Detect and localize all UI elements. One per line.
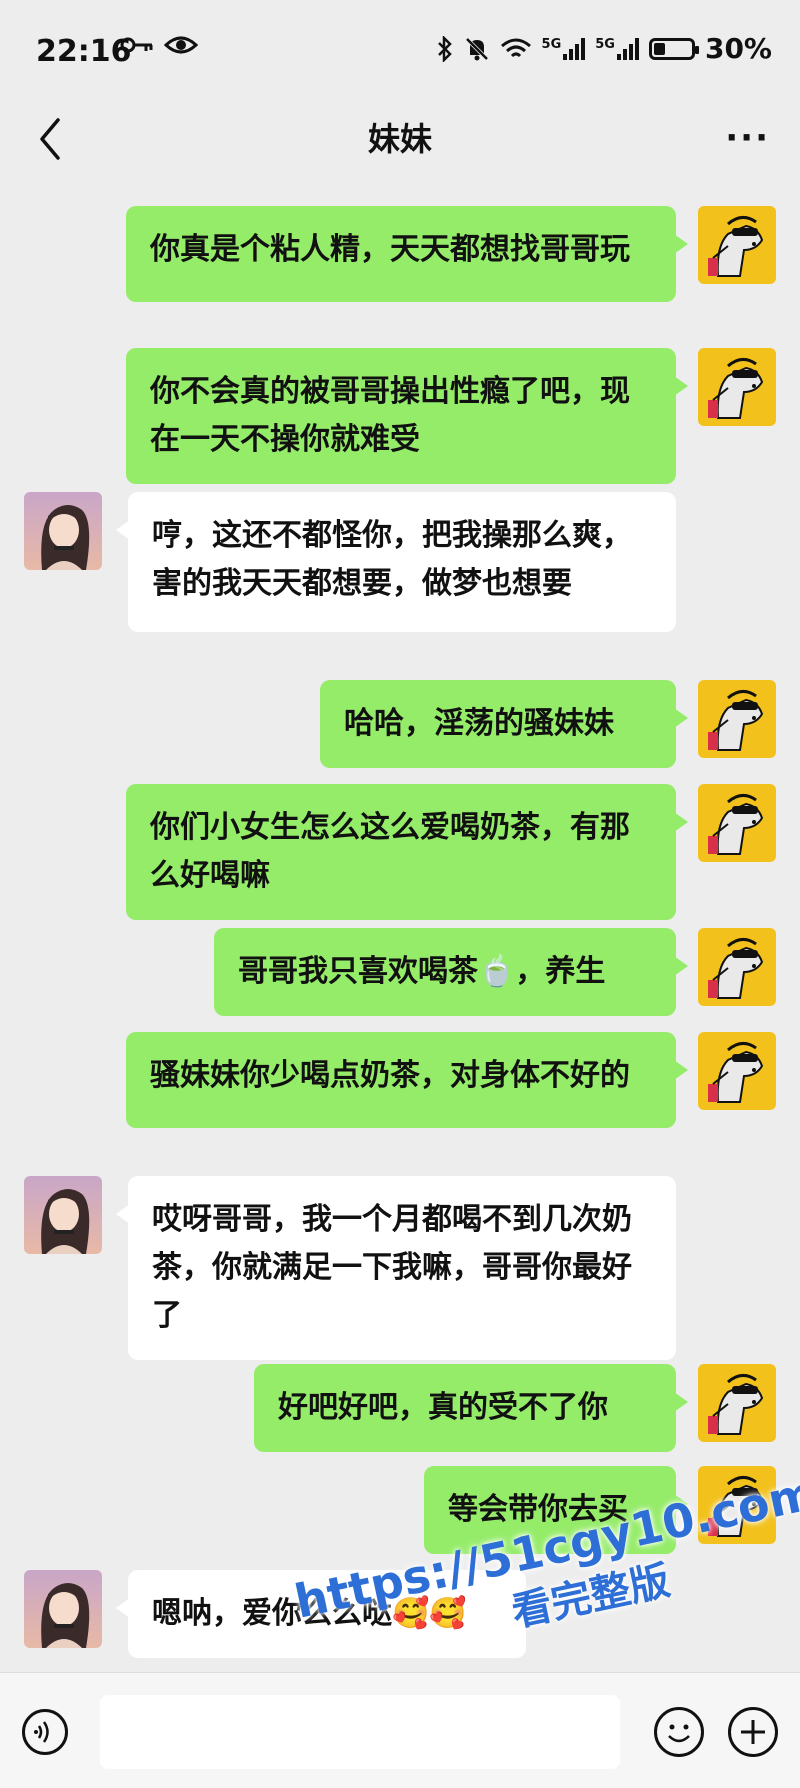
input-bar [0,1672,800,1788]
my-avatar[interactable] [698,1364,776,1442]
sent-message-bubble[interactable]: 好吧好吧，真的受不了你 [254,1364,688,1452]
mute-bell-icon [465,37,488,60]
battery-percent: 30% [704,32,772,65]
chat-header: 妹妹 ··· [0,100,800,180]
message-row: 你真是个粘人精，天天都想找哥哥玩 [0,206,800,302]
sent-message-bubble[interactable]: 你不会真的被哥哥操出性瘾了吧，现在一天不操你就难受 [126,348,688,484]
key-icon [120,37,153,53]
contact-avatar[interactable] [24,492,102,570]
sent-message-bubble[interactable]: 哥哥我只喜欢喝茶🍵，养生 [214,928,688,1016]
eye-icon [164,36,198,54]
contact-avatar[interactable] [24,1176,102,1254]
message-row: 等会带你去买 [0,1466,800,1554]
emoji-icon[interactable] [654,1707,704,1757]
message-row: 哥哥我只喜欢喝茶🍵，养生 [0,928,800,1016]
received-message-bubble[interactable]: 嗯呐，爱你么么哒🥰🥰 [116,1570,526,1658]
battery-icon [648,37,699,60]
signal-2: 5G [595,36,639,60]
status-bar: 22:16 5G 5G 30% [0,0,800,100]
received-message-bubble[interactable]: 哎呀哥哥，我一个月都喝不到几次奶茶，你就满足一下我嘛，哥哥你最好了 [116,1176,676,1360]
message-row: 骚妹妹你少喝点奶茶，对身体不好的 [0,1032,800,1128]
chat-title: 妹妹 [367,120,432,158]
sent-message-bubble[interactable]: 骚妹妹你少喝点奶茶，对身体不好的 [126,1032,688,1128]
status-time: 22:16 [36,34,132,69]
message-row: 哼，这还不都怪你，把我操那么爽，害的我天天都想要，做梦也想要 [0,492,800,632]
my-avatar[interactable] [698,1032,776,1110]
my-avatar[interactable] [698,348,776,426]
sent-message-bubble[interactable]: 你真是个粘人精，天天都想找哥哥玩 [126,206,688,302]
network-type-label: 5G [541,36,562,52]
contact-avatar[interactable] [24,1570,102,1648]
message-row: 哈哈，淫荡的骚妹妹 [0,680,800,768]
received-message-bubble[interactable]: 哼，这还不都怪你，把我操那么爽，害的我天天都想要，做梦也想要 [116,492,676,632]
bluetooth-icon [437,35,452,62]
my-avatar[interactable] [698,206,776,284]
plus-icon[interactable] [728,1707,778,1757]
signal-1: 5G [541,36,586,60]
message-input[interactable] [100,1695,620,1769]
message-row: 嗯呐，爱你么么哒🥰🥰 [0,1570,800,1658]
message-row: 哎呀哥哥，我一个月都喝不到几次奶茶，你就满足一下我嘛，哥哥你最好了 [0,1176,800,1360]
sent-message-bubble[interactable]: 等会带你去买 [424,1466,688,1554]
sent-message-bubble[interactable]: 哈哈，淫荡的骚妹妹 [320,680,688,768]
signal-bars-icon [563,37,586,60]
voice-icon[interactable] [22,1709,68,1755]
my-avatar[interactable] [698,928,776,1006]
message-row: 你们小女生怎么这么爱喝奶茶，有那么好喝嘛 [0,784,800,920]
network-type-label: 5G [595,36,615,52]
my-avatar[interactable] [698,784,776,862]
signal-bars-icon [616,37,639,60]
more-options-button[interactable]: ··· [725,118,770,158]
my-avatar[interactable] [698,1466,776,1544]
my-avatar[interactable] [698,680,776,758]
sent-message-bubble[interactable]: 你们小女生怎么这么爱喝奶茶，有那么好喝嘛 [126,784,688,920]
message-row: 你不会真的被哥哥操出性瘾了吧，现在一天不操你就难受 [0,348,800,484]
wifi-icon [500,38,531,57]
message-row: 好吧好吧，真的受不了你 [0,1364,800,1452]
